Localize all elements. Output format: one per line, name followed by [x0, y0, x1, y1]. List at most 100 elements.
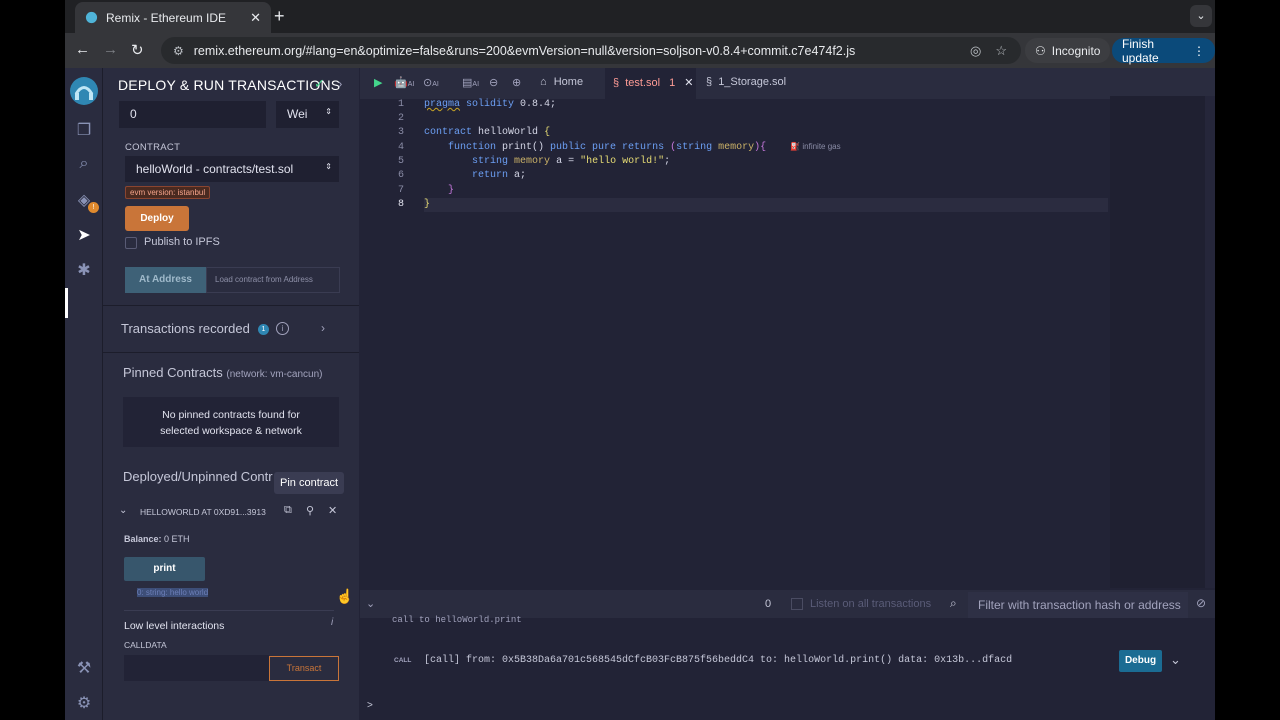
terminal-toolbar: ⌄ 0 Listen on all transactions ⌕ Filter …: [360, 590, 1215, 618]
current-line-highlight: [424, 198, 1108, 212]
debug-button[interactable]: Debug: [1119, 650, 1162, 672]
check-icon: ✓: [314, 76, 325, 91]
kebab-menu-icon: ⋮: [1193, 43, 1205, 58]
calldata-label: CALLDATA: [124, 640, 167, 650]
code-line-7: }: [448, 185, 455, 196]
search-icon[interactable]: ⌕: [65, 155, 103, 173]
print-function-button[interactable]: print: [124, 557, 205, 581]
value-input[interactable]: 0: [119, 101, 266, 128]
transactions-recorded-title[interactable]: Transactions recorded: [121, 321, 250, 336]
error-count: 1: [669, 77, 676, 89]
tab-test-sol-label: test.sol: [625, 77, 661, 89]
search-icon: ⌕: [950, 596, 957, 610]
ai-explain-icon[interactable]: ▤AI: [462, 76, 479, 89]
transactions-count-badge: 1: [258, 324, 269, 335]
browser-tabbar: Remix - Ethereum IDE ✕ + ⌄: [65, 0, 1215, 33]
line-number: 7: [397, 185, 404, 196]
copy-address-icon[interactable]: ⧉: [284, 504, 292, 517]
zoom-in-icon[interactable]: ⊕: [512, 76, 521, 89]
deployed-contracts-title: Deployed/Unpinned Contr: [123, 469, 273, 484]
line-number: 3: [397, 127, 404, 138]
icon-panel: ❐ ⌕ ◈ ! ➤ ✱ ⚒ ⚙: [65, 68, 103, 720]
ai-copilot-icon[interactable]: 🤖AI: [394, 76, 414, 89]
tab-storage-sol[interactable]: § 1_Storage.sol: [706, 76, 786, 88]
file-icon: §: [706, 76, 713, 88]
calldata-input[interactable]: [124, 655, 269, 681]
line-number: 6: [397, 170, 404, 181]
tab-storage-sol-label: 1_Storage.sol: [718, 76, 787, 88]
browser-tab-title: Remix - Ethereum IDE: [106, 10, 227, 25]
close-tab-icon[interactable]: ✕: [684, 77, 693, 89]
remix-logo-icon[interactable]: [68, 75, 100, 107]
close-tab-icon[interactable]: ✕: [250, 10, 261, 26]
clear-console-icon[interactable]: ⊘: [1196, 596, 1206, 610]
zoom-out-icon[interactable]: ⊖: [489, 76, 498, 89]
line-number: 5: [397, 156, 404, 167]
tab-home[interactable]: ⌂ Home: [540, 76, 583, 88]
debugger-icon[interactable]: ✱: [65, 260, 103, 280]
file-icon: §: [613, 77, 620, 89]
editor-scrollbar[interactable]: [1205, 96, 1215, 588]
no-pinned-message: No pinned contracts found for selected w…: [123, 397, 339, 447]
pin-icon[interactable]: ⚲: [306, 504, 314, 517]
collapse-terminal-icon[interactable]: ⌄: [366, 597, 375, 610]
back-icon[interactable]: ←: [75, 41, 90, 58]
gas-hint: ⛽ infinite gas: [790, 142, 841, 151]
deploy-button[interactable]: Deploy: [125, 206, 189, 231]
contract-label: CONTRACT: [125, 142, 181, 153]
contract-select[interactable]: helloWorld - contracts/test.sol ⇕: [125, 156, 339, 182]
new-tab-icon[interactable]: +: [274, 6, 285, 27]
balance-label: Balance:: [124, 534, 162, 544]
info-icon[interactable]: i: [331, 617, 333, 628]
incognito-indicator[interactable]: ⚇ Incognito: [1025, 38, 1111, 63]
console-prompt[interactable]: >: [367, 700, 373, 711]
tab-search-chevron-icon[interactable]: ⌄: [1190, 5, 1212, 27]
incognito-label: Incognito: [1051, 43, 1101, 58]
expand-log-chevron-icon[interactable]: ⌄: [1170, 652, 1181, 668]
eye-off-icon[interactable]: ◎: [970, 43, 981, 59]
return-value: 0: string: hello world: [137, 588, 209, 597]
remix-favicon-icon: [85, 11, 98, 24]
deploy-run-icon[interactable]: ➤: [65, 225, 103, 245]
value-unit-select[interactable]: Wei ⇕: [276, 101, 339, 128]
listen-all-checkbox[interactable]: [791, 598, 803, 610]
panel-expand-chevron-icon[interactable]: ›: [338, 76, 342, 91]
active-plugin-indicator: [65, 288, 68, 318]
panel-title: DEPLOY & RUN TRANSACTIONS: [118, 77, 341, 93]
line-number: 8: [397, 199, 404, 210]
at-address-button[interactable]: At Address: [125, 267, 206, 293]
at-address-input[interactable]: Load contract from Address: [206, 267, 340, 293]
browser-toolbar: ← → ↻ ⚙ remix.ethereum.org/#lang=en&opti…: [65, 33, 1215, 68]
balance-value: 0 ETH: [164, 534, 190, 544]
tab-test-sol[interactable]: § test.sol 1 ✕: [613, 76, 694, 89]
minimap[interactable]: [1110, 96, 1205, 588]
value-unit-text: Wei: [287, 107, 308, 121]
pending-count: 0: [765, 598, 772, 610]
browser-tab[interactable]: Remix - Ethereum IDE ✕: [75, 2, 271, 33]
reload-icon[interactable]: ↻: [131, 41, 144, 59]
address-bar[interactable]: ⚙ remix.ethereum.org/#lang=en&optimize=f…: [161, 37, 1021, 64]
plugin-manager-icon[interactable]: ⚒: [65, 658, 103, 678]
code-editor: ▶ 🤖AI ⊙AI ▤AI ⊖ ⊕ ⌂ Home § test.sol 1 ✕ …: [360, 68, 1215, 590]
transact-button[interactable]: Transact: [269, 656, 339, 681]
remove-instance-icon[interactable]: ✕: [328, 504, 337, 517]
info-icon[interactable]: i: [276, 322, 289, 335]
collapse-chevron-icon[interactable]: ⌄: [119, 505, 127, 516]
finish-update-label: Finish update: [1122, 36, 1159, 65]
file-explorer-icon[interactable]: ❐: [65, 120, 103, 140]
code-line-1: pragma solidity 0.8.4;: [424, 99, 557, 110]
chevron-right-icon[interactable]: ›: [321, 321, 325, 335]
site-settings-icon[interactable]: ⚙: [173, 44, 184, 58]
ai-toggle-icon[interactable]: ⊙AI: [423, 76, 439, 89]
pinned-network-text: (network: vm-cancun): [226, 369, 323, 380]
select-arrows-icon: ⇕: [325, 107, 332, 116]
finish-update-button[interactable]: Finish update ⋮: [1112, 36, 1215, 65]
forward-icon[interactable]: →: [103, 41, 118, 58]
publish-ipfs-checkbox[interactable]: [125, 237, 137, 249]
run-script-icon[interactable]: ▶: [374, 76, 382, 89]
code-line-6: return a;: [472, 170, 527, 181]
settings-gear-icon[interactable]: ⚙: [65, 693, 103, 713]
low-level-interactions-title: Low level interactions: [124, 620, 225, 632]
transaction-filter-input[interactable]: Filter with transaction hash or address: [968, 592, 1188, 618]
bookmark-star-icon[interactable]: ☆: [995, 43, 1007, 59]
